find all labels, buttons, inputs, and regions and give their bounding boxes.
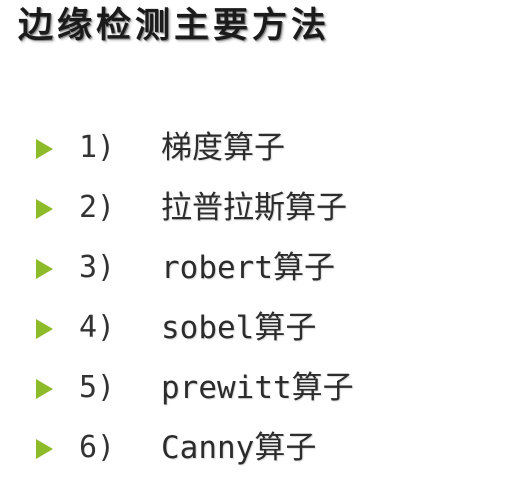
item-label: robert算子 <box>161 250 335 286</box>
triangle-right-icon <box>36 379 53 399</box>
triangle-right-icon <box>36 439 53 459</box>
triangle-right-icon <box>36 259 53 279</box>
item-number: 5) <box>79 370 116 405</box>
list-item: 2) 拉普拉斯算子 <box>36 178 516 238</box>
triangle-right-icon <box>36 139 53 159</box>
item-number: 2) <box>79 190 116 225</box>
item-number: 3) <box>79 250 116 285</box>
item-label: 拉普拉斯算子 <box>161 190 347 226</box>
item-number: 1) <box>79 130 116 165</box>
item-label: 梯度算子 <box>161 130 285 166</box>
item-label: sobel算子 <box>161 310 317 346</box>
triangle-right-icon <box>36 199 53 219</box>
list-item: 5) prewitt算子 <box>36 358 516 418</box>
triangle-right-icon <box>36 319 53 339</box>
list-item: 4) sobel算子 <box>36 298 516 358</box>
list-item: 1) 梯度算子 <box>36 118 516 178</box>
list-item: 6) Canny算子 <box>36 418 516 478</box>
slide: 边缘检测主要方法 1) 梯度算子 2) 拉普拉斯算子 3) robert算子 4… <box>0 0 527 488</box>
method-list: 1) 梯度算子 2) 拉普拉斯算子 3) robert算子 4) sobel算子… <box>36 118 516 478</box>
list-item: 3) robert算子 <box>36 238 516 298</box>
item-label: Canny算子 <box>161 430 317 466</box>
item-label: prewitt算子 <box>161 370 354 406</box>
item-number: 4) <box>79 310 116 345</box>
slide-title: 边缘检测主要方法 <box>18 6 331 46</box>
item-number: 6) <box>79 430 116 465</box>
